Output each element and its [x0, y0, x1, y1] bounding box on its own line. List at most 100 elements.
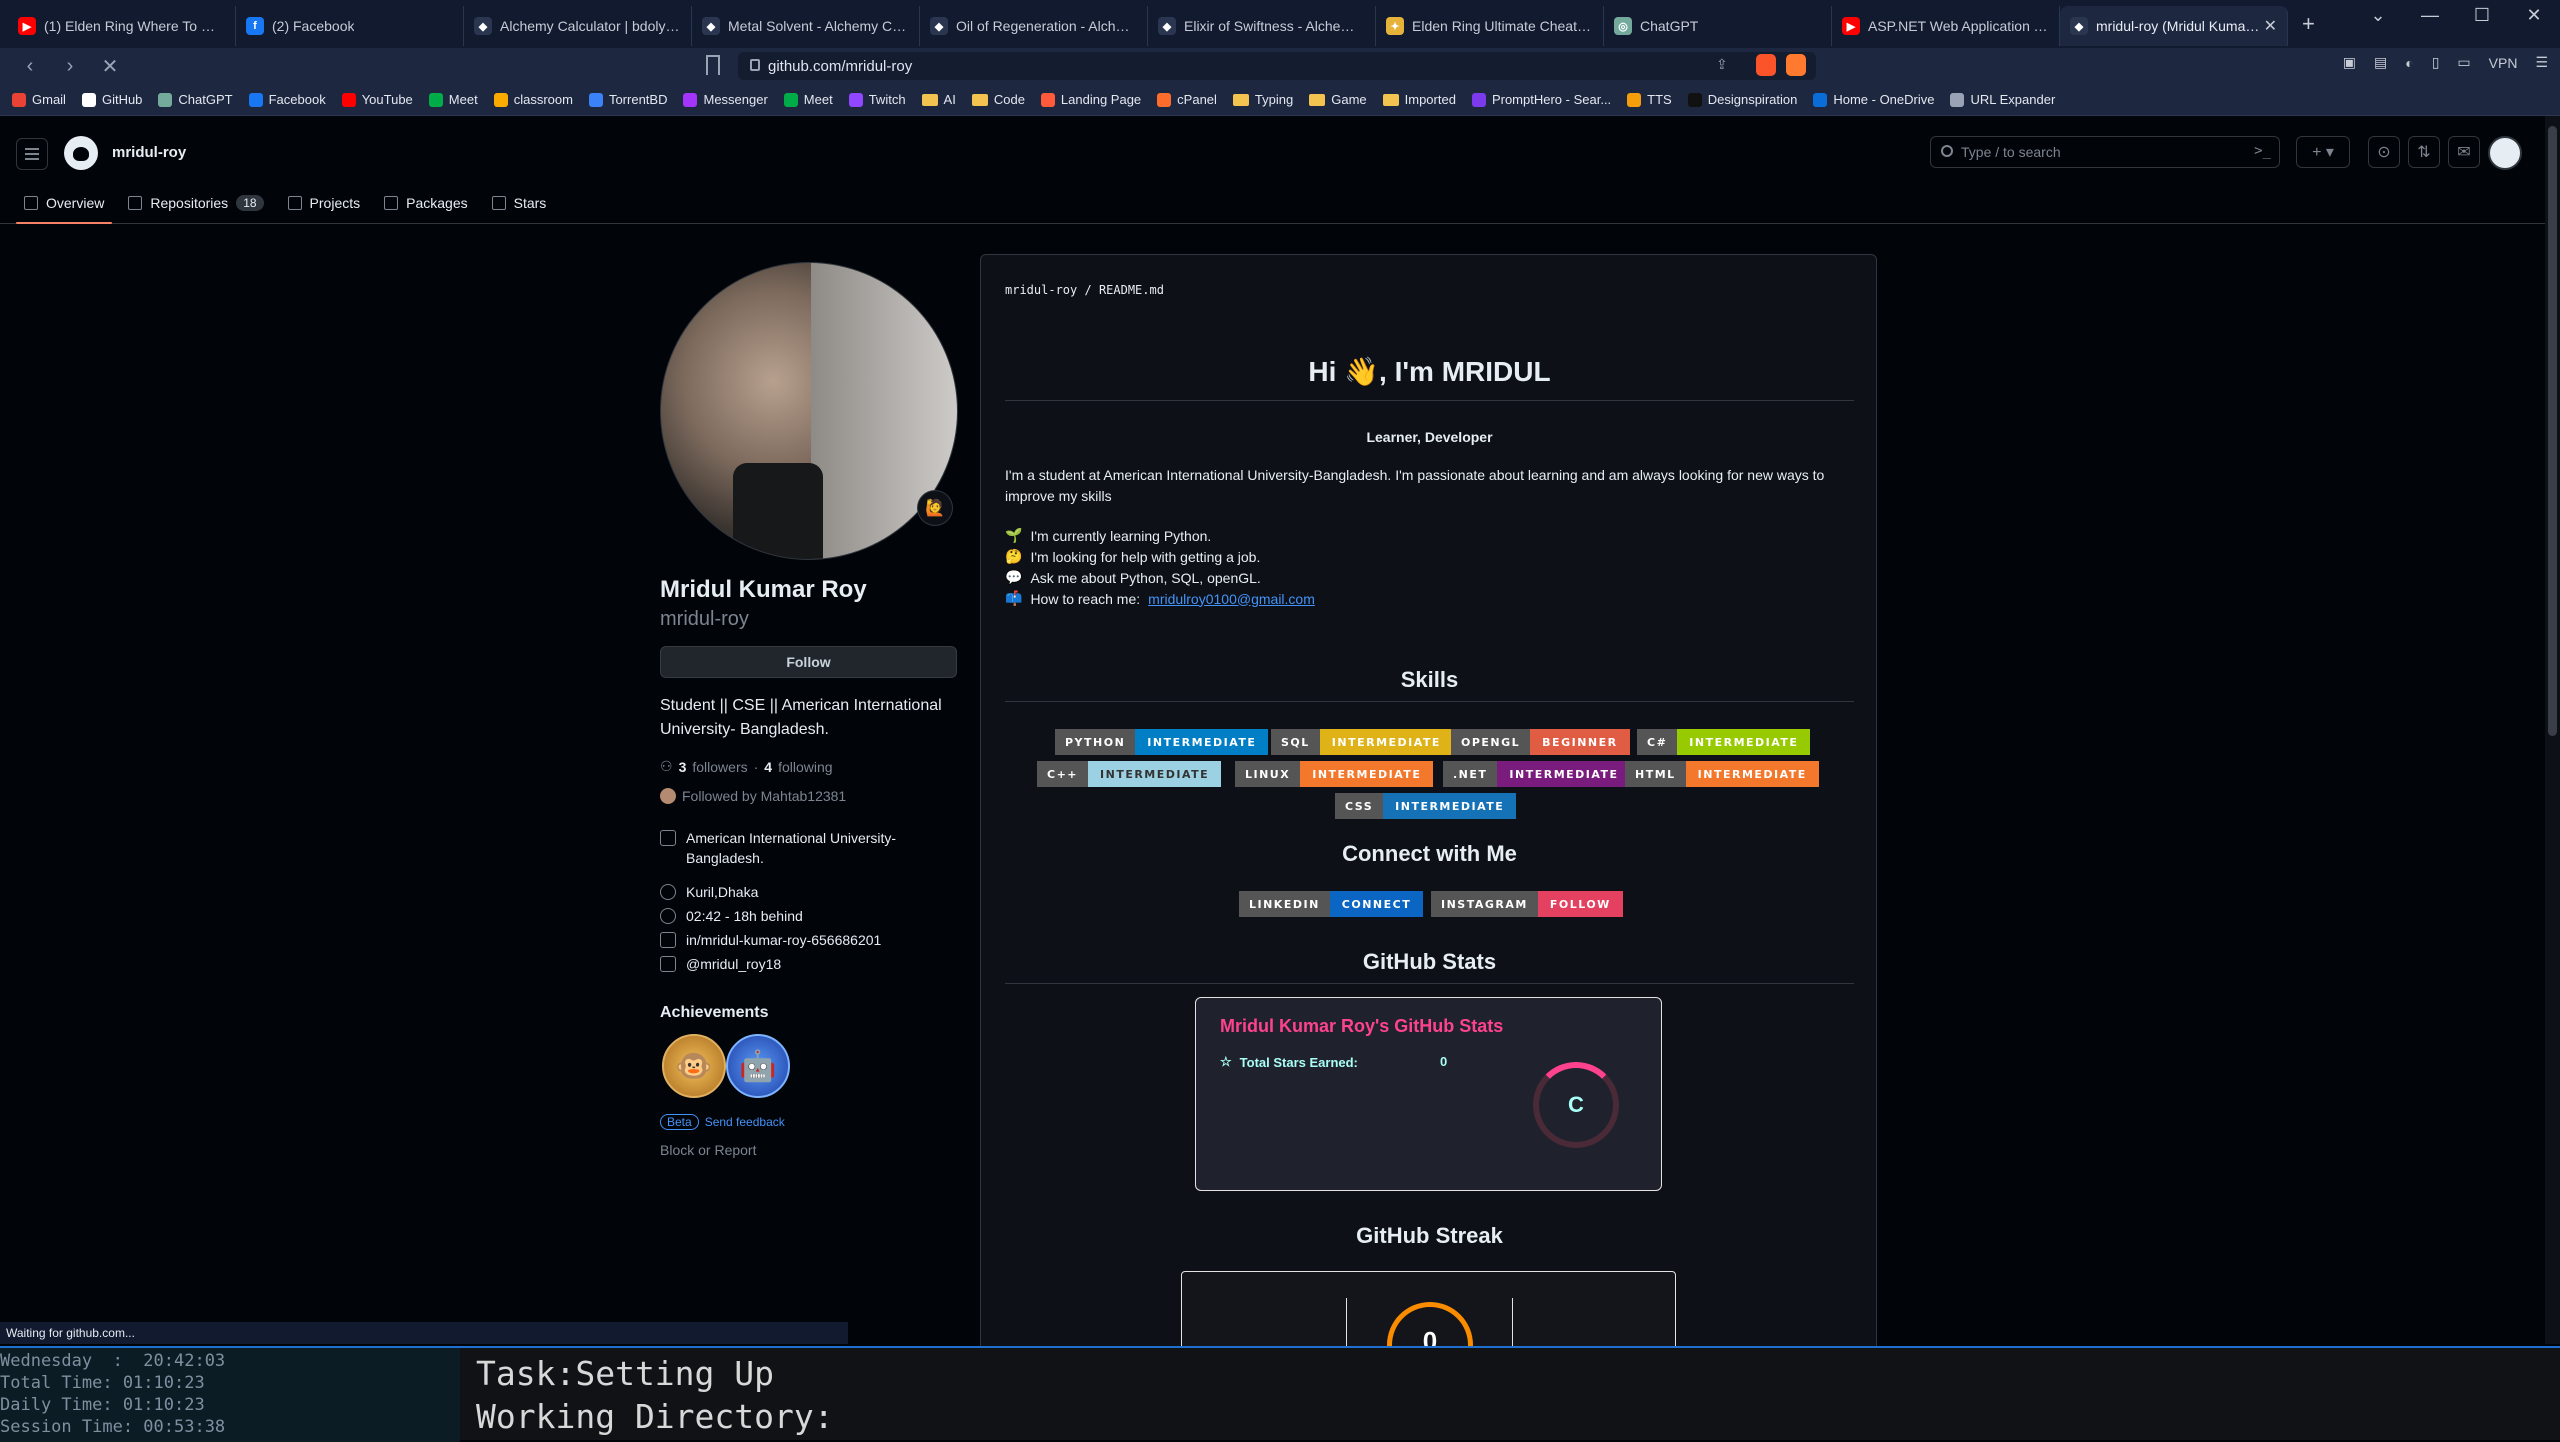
browser-tab[interactable]: f (2) Facebook: [236, 6, 464, 46]
followed-by-row[interactable]: Followed by Mahtab12381: [660, 788, 846, 804]
readme-path-file: README.md: [1098, 283, 1164, 297]
profile-bio: Student || CSE || American International…: [660, 697, 942, 738]
tab-favicon: ◆: [2070, 17, 2088, 35]
bookmark-item[interactable]: GitHub: [81, 92, 142, 107]
share-icon[interactable]: ⇪: [1716, 56, 1728, 73]
wallet-icon[interactable]: ▭: [2457, 54, 2470, 71]
close-window-button[interactable]: ✕: [2508, 0, 2560, 30]
block-report-link[interactable]: Block or Report: [660, 1142, 756, 1158]
tab-search-chevron-icon[interactable]: ⌄: [2352, 0, 2404, 30]
bookmark-item[interactable]: Meet: [428, 92, 478, 107]
skill-badge-level: INTERMEDIATE: [1497, 761, 1631, 787]
bookmark-item[interactable]: Facebook: [248, 92, 326, 107]
bookmark-item[interactable]: cPanel: [1157, 92, 1217, 107]
extension-icon[interactable]: ▣: [2343, 54, 2356, 71]
issues-icon[interactable]: ⊙: [2368, 136, 2400, 168]
bookmark-item[interactable]: Typing: [1232, 92, 1293, 107]
browser-tab-strip: ▶ (1) Elden Ring Where To Go First | f (2) …: [0, 0, 2560, 48]
bookmark-item[interactable]: Meet: [783, 92, 833, 107]
bookmark-item[interactable]: Game: [1309, 92, 1367, 107]
user-avatar[interactable]: [2488, 136, 2522, 170]
bookmark-label: Designspiration: [1707, 92, 1798, 107]
tab-packages[interactable]: Packages: [376, 182, 475, 224]
browser-tab[interactable]: ◆ Alchemy Calculator | bdolytics - Th: [464, 6, 692, 46]
bookmark-item[interactable]: Home - OneDrive: [1813, 92, 1934, 107]
browser-tab[interactable]: ◎ ChatGPT: [1604, 6, 1832, 46]
achievement-badge-quickdraw[interactable]: 🤖: [726, 1034, 790, 1098]
tab-overview[interactable]: Overview: [16, 182, 113, 224]
back-button[interactable]: ‹: [10, 55, 50, 78]
menu-icon[interactable]: ☰: [2535, 54, 2548, 71]
browser-tab[interactable]: ◆ Oil of Regeneration - Alchemy Calc: [920, 6, 1148, 46]
bookmark-item[interactable]: Code: [971, 92, 1025, 107]
bookmark-item[interactable]: ChatGPT: [158, 92, 233, 107]
bookmark-item[interactable]: Gmail: [12, 92, 66, 107]
browser-tab[interactable]: ▶ ASP.NET Web Application Tutorial: [1832, 6, 2060, 46]
browser-tab[interactable]: ◆ Elixir of Swiftness - Alchemy Calcul: [1148, 6, 1376, 46]
vertical-scrollbar[interactable]: [2545, 116, 2560, 1344]
scrollbar-thumb[interactable]: [2548, 126, 2557, 736]
bookmark-page-icon[interactable]: [706, 55, 720, 75]
brave-rewards-icon[interactable]: [1786, 54, 1806, 76]
tab-label: Projects: [309, 195, 361, 211]
bookmark-item[interactable]: URL Expander: [1950, 92, 2055, 107]
bookmark-item[interactable]: YouTube: [341, 92, 413, 107]
email-link[interactable]: mridulroy0100@gmail.com: [1148, 591, 1315, 607]
profile-avatar[interactable]: [660, 262, 958, 560]
github-logo-icon[interactable]: [64, 136, 98, 170]
bookmark-item[interactable]: Twitch: [848, 92, 906, 107]
bookmark-item[interactable]: classroom: [493, 92, 573, 107]
github-stats-card[interactable]: Mridul Kumar Roy's GitHub Stats ☆ Total …: [1195, 997, 1662, 1191]
pull-requests-icon[interactable]: ⇅: [2408, 136, 2440, 168]
connect-badge[interactable]: INSTAGRAM FOLLOW: [1431, 891, 1623, 917]
status-emoji-icon[interactable]: 🙋: [917, 490, 953, 526]
sidebar-icon[interactable]: ▯: [2432, 54, 2440, 71]
following-count[interactable]: 4: [764, 759, 772, 775]
minimize-button[interactable]: —: [2404, 0, 2456, 30]
brave-shields-icon[interactable]: [1756, 54, 1776, 76]
sync-icon[interactable]: ◐: [2405, 55, 2413, 71]
command-palette-icon[interactable]: >_: [2254, 143, 2271, 159]
tab-repositories[interactable]: Repositories 18: [120, 182, 271, 224]
connect-badge[interactable]: LINKEDIN CONNECT: [1239, 891, 1424, 917]
tab-projects[interactable]: Projects: [280, 182, 369, 224]
stop-loading-button[interactable]: ✕: [90, 54, 130, 79]
bookmark-item[interactable]: Messenger: [683, 92, 768, 107]
profile-detail-item: Kuril,Dhaka: [660, 882, 960, 902]
send-feedback-link[interactable]: Send feedback: [705, 1115, 785, 1129]
extension-icon[interactable]: ▤: [2374, 54, 2387, 71]
profile-detail-item[interactable]: in/mridul-kumar-roy-656686201: [660, 930, 960, 950]
browser-tab[interactable]: ✦ Elden Ring Ultimate Cheat Engine: [1376, 6, 1604, 46]
tab-close-icon[interactable]: ✕: [2264, 16, 2277, 36]
follow-button[interactable]: Follow: [660, 646, 957, 678]
profile-detail-item[interactable]: @mridul_roy18: [660, 954, 960, 974]
browser-tab[interactable]: ▶ (1) Elden Ring Where To Go First |: [8, 6, 236, 46]
inbox-icon[interactable]: ✉: [2448, 136, 2480, 168]
followers-count[interactable]: 3: [679, 759, 687, 775]
bookmark-item[interactable]: PromptHero - Sear...: [1471, 92, 1611, 107]
header-username[interactable]: mridul-roy: [112, 144, 186, 161]
forward-button[interactable]: ›: [50, 55, 90, 78]
tab-stars[interactable]: Stars: [484, 182, 555, 224]
followers-label[interactable]: followers: [692, 759, 747, 775]
bookmark-item[interactable]: TTS: [1627, 92, 1672, 107]
maximize-button[interactable]: ☐: [2456, 0, 2508, 30]
bookmark-item[interactable]: TorrentBD: [588, 92, 667, 107]
browser-tab[interactable]: ◆ mridul-roy (Mridul Kumar Roy ✕: [2060, 6, 2288, 46]
skill-badge-label: OPENGL: [1451, 729, 1531, 755]
bookmark-item[interactable]: AI: [921, 92, 956, 107]
bookmark-item[interactable]: Designspiration: [1687, 92, 1798, 107]
bookmark-item[interactable]: Imported: [1382, 92, 1456, 107]
vpn-button[interactable]: VPN: [2489, 55, 2518, 71]
browser-tab[interactable]: ◆ Metal Solvent - Alchemy Calculato: [692, 6, 920, 46]
hamburger-menu-button[interactable]: [16, 138, 48, 170]
bookmark-item[interactable]: Landing Page: [1040, 92, 1141, 107]
readme-path-user[interactable]: mridul-roy: [1005, 283, 1077, 297]
achievement-badge-pull-shark[interactable]: 🐵: [662, 1034, 726, 1098]
url-bar[interactable]: github.com/mridul-roy: [738, 52, 1816, 80]
search-input[interactable]: Type / to search >_: [1930, 136, 2280, 168]
lock-icon[interactable]: [750, 59, 760, 71]
new-tab-button[interactable]: +: [2302, 11, 2315, 37]
create-new-button[interactable]: + ▾: [2296, 136, 2350, 168]
following-label[interactable]: following: [778, 759, 832, 775]
